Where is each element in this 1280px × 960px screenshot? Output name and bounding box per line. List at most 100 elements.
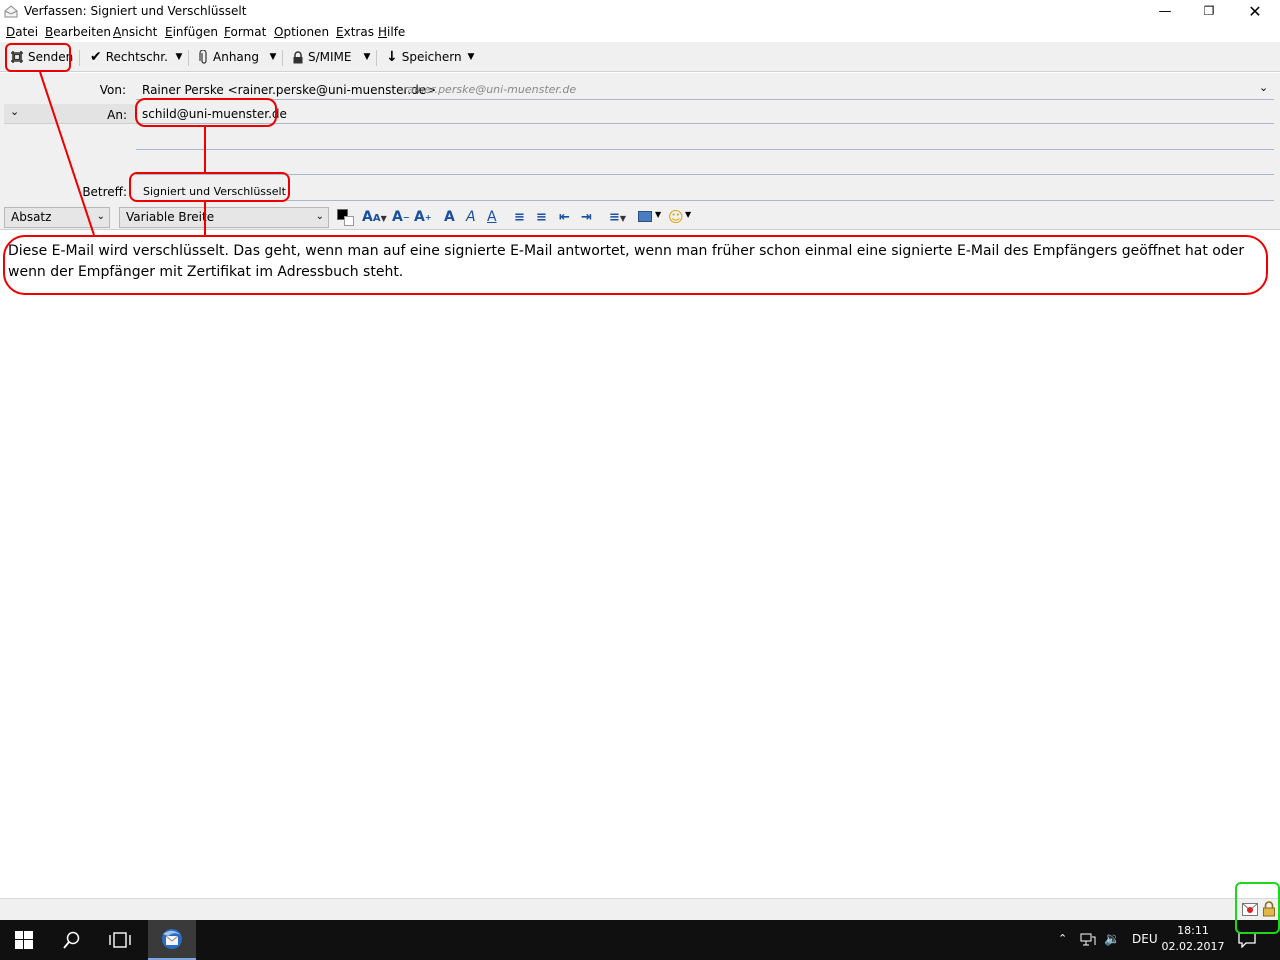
paperclip-icon bbox=[199, 49, 207, 64]
menu-format[interactable]: Format bbox=[224, 25, 266, 39]
recipient-type-chevron-icon[interactable]: ⌄ bbox=[10, 105, 19, 118]
menu-bar: Datei Bearbeiten Ansicht Einfügen Format… bbox=[0, 22, 1280, 42]
from-underline bbox=[136, 99, 1274, 100]
dropdown-arrow-icon: ▼ bbox=[269, 52, 277, 62]
font-family-value: Variable Breite bbox=[126, 210, 215, 224]
font-size-icon[interactable]: AA▼ bbox=[362, 209, 387, 227]
spellcheck-label: Rechtschr. bbox=[105, 50, 168, 64]
paragraph-format-select[interactable]: Absatz ⌄ bbox=[4, 207, 110, 228]
empty-recipient-line[interactable] bbox=[136, 149, 1274, 150]
restore-icon: ❐ bbox=[1203, 4, 1215, 18]
numbered-list-icon[interactable]: ≡ bbox=[536, 209, 547, 226]
taskbar-thunderbird[interactable] bbox=[148, 920, 196, 960]
from-select[interactable]: Rainer Perske <rainer.perske@uni-muenste… bbox=[142, 83, 436, 97]
compose-window-icon bbox=[4, 5, 18, 18]
search-button[interactable] bbox=[48, 920, 96, 960]
restore-button[interactable]: ❐ bbox=[1186, 0, 1232, 22]
thunderbird-icon bbox=[162, 929, 182, 949]
format-toolbar: Absatz ⌄ Variable Breite ⌄ AA▼ A− A+ A A… bbox=[0, 205, 1280, 230]
minimize-icon: — bbox=[1158, 3, 1172, 19]
menu-datei[interactable]: Datei bbox=[6, 25, 38, 39]
volume-icon[interactable]: 🔉 bbox=[1104, 932, 1120, 947]
empty-recipient-line[interactable] bbox=[136, 174, 1274, 175]
minimize-button[interactable]: — bbox=[1142, 0, 1188, 22]
toolbar-separator bbox=[188, 50, 189, 66]
increase-font-size-icon[interactable]: A+ bbox=[414, 209, 432, 226]
from-label: Von: bbox=[99, 83, 126, 97]
lock-icon bbox=[293, 50, 303, 63]
chevron-down-icon[interactable]: ⌄ bbox=[1259, 81, 1268, 94]
save-dropdown[interactable]: ▼ bbox=[465, 47, 477, 67]
windows-logo-icon bbox=[15, 931, 33, 949]
close-button[interactable]: ✕ bbox=[1232, 0, 1278, 22]
to-label: An: bbox=[107, 108, 127, 122]
smime-label: S/MIME bbox=[308, 50, 352, 64]
bullet-list-icon[interactable]: ≡ bbox=[514, 209, 525, 226]
annotation-subject-highlight bbox=[129, 172, 290, 202]
align-icon[interactable]: ≡▼ bbox=[609, 209, 626, 227]
menu-optionen[interactable]: Optionen bbox=[274, 25, 329, 39]
decrease-font-size-icon[interactable]: A− bbox=[392, 209, 410, 226]
toolbar-separator bbox=[376, 50, 377, 66]
dropdown-arrow-icon[interactable]: ▼ bbox=[655, 210, 661, 219]
status-bar bbox=[0, 898, 1280, 920]
dropdown-arrow-icon: ▼ bbox=[363, 52, 371, 62]
download-arrow-icon: ↓ bbox=[386, 49, 398, 65]
toolbar-separator bbox=[79, 50, 80, 66]
subject-label: Betreff: bbox=[82, 185, 127, 199]
from-address-hint: rainer.perske@uni-muenster.de bbox=[403, 83, 577, 96]
attach-dropdown[interactable]: ▼ bbox=[267, 47, 279, 67]
attach-button[interactable]: Anhang bbox=[199, 47, 259, 67]
menu-bearbeiten[interactable]: Bearbeiten bbox=[45, 25, 111, 39]
menu-ansicht[interactable]: Ansicht bbox=[113, 25, 157, 39]
annotation-body-highlight bbox=[3, 235, 1268, 295]
menu-einfuegen[interactable]: Einfügen bbox=[165, 25, 218, 39]
network-icon[interactable] bbox=[1080, 933, 1096, 947]
indent-icon[interactable]: ⇥ bbox=[581, 209, 592, 226]
task-view-button[interactable] bbox=[96, 920, 144, 960]
compose-toolbar: Senden ✔ Rechtschr. ▼ Anhang ▼ S/MIME ▼ … bbox=[0, 42, 1280, 72]
smime-dropdown[interactable]: ▼ bbox=[361, 47, 373, 67]
annotation-security-icons-highlight bbox=[1235, 882, 1280, 934]
close-icon: ✕ bbox=[1248, 1, 1262, 21]
chevron-down-icon: ⌄ bbox=[315, 211, 324, 222]
input-language[interactable]: DEU bbox=[1132, 932, 1158, 946]
menu-hilfe[interactable]: Hilfe bbox=[378, 25, 405, 39]
dropdown-arrow-icon[interactable]: ▼ bbox=[685, 210, 691, 219]
spellcheck-dropdown[interactable]: ▼ bbox=[173, 47, 185, 67]
attach-label: Anhang bbox=[213, 50, 259, 64]
underline-icon[interactable]: A bbox=[487, 209, 497, 226]
task-view-icon bbox=[109, 932, 131, 948]
show-hidden-icons-chevron-icon[interactable]: ⌃ bbox=[1058, 932, 1067, 945]
font-family-select[interactable]: Variable Breite ⌄ bbox=[119, 207, 329, 228]
save-button[interactable]: ↓ Speichern bbox=[386, 47, 462, 67]
italic-icon[interactable]: A bbox=[466, 209, 476, 226]
paragraph-format-value: Absatz bbox=[11, 210, 52, 224]
message-body-editor[interactable]: Diese E-Mail wird verschlüsselt. Das geh… bbox=[0, 231, 1280, 898]
windows-taskbar: ⌃ 🔉 DEU 18:11 02.02.2017 bbox=[0, 920, 1280, 960]
smiley-icon[interactable]: ☺ bbox=[668, 208, 684, 226]
outdent-icon[interactable]: ⇤ bbox=[559, 209, 570, 226]
annotation-recipient-highlight bbox=[135, 98, 277, 127]
clock[interactable]: 18:11 02.02.2017 bbox=[1160, 923, 1226, 955]
insert-image-icon[interactable] bbox=[638, 211, 652, 222]
start-button[interactable] bbox=[0, 920, 48, 960]
clock-time: 18:11 bbox=[1177, 924, 1209, 937]
bold-icon[interactable]: A bbox=[444, 209, 455, 226]
subject-underline bbox=[136, 200, 1274, 201]
toolbar-separator bbox=[282, 50, 283, 66]
annotation-send-highlight bbox=[5, 43, 71, 72]
action-center-icon[interactable] bbox=[1238, 932, 1256, 948]
title-bar: Verfassen: Signiert und Verschlüsselt — … bbox=[0, 0, 1280, 22]
checkmark-icon: ✔ bbox=[90, 49, 102, 65]
search-icon bbox=[63, 931, 80, 949]
spellcheck-button[interactable]: ✔ Rechtschr. bbox=[90, 47, 168, 67]
dropdown-arrow-icon: ▼ bbox=[467, 52, 475, 62]
clock-date: 02.02.2017 bbox=[1161, 940, 1225, 953]
chevron-down-icon: ⌄ bbox=[96, 211, 105, 222]
save-label: Speichern bbox=[401, 50, 462, 64]
background-color-swatch[interactable] bbox=[344, 216, 354, 226]
smime-button[interactable]: S/MIME bbox=[292, 47, 352, 67]
menu-extras[interactable]: Extras bbox=[336, 25, 374, 39]
window-title: Verfassen: Signiert und Verschlüsselt bbox=[24, 4, 247, 18]
